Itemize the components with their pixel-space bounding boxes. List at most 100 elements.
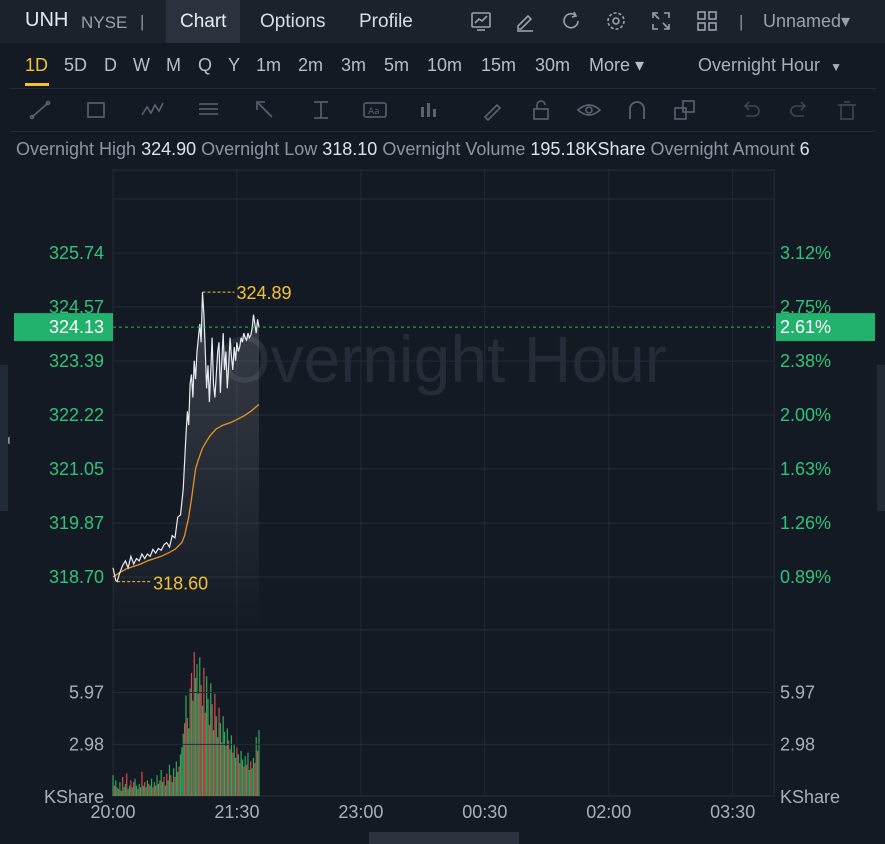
pct-tick-label: 2.00%	[780, 405, 831, 425]
right-collapse-handle[interactable]	[877, 365, 885, 511]
volume-bar	[120, 790, 122, 796]
volume-bar	[146, 780, 149, 796]
volume-tick-label-right: 5.97	[780, 683, 815, 703]
volume-bar	[215, 716, 217, 796]
volume-bar	[127, 789, 129, 796]
volume-bar	[126, 773, 128, 796]
volume-bar	[128, 785, 131, 796]
volume-bar	[119, 782, 121, 796]
volume-bar	[232, 752, 234, 796]
volume-bar	[145, 787, 147, 796]
volume-bar	[221, 742, 223, 796]
volume-tick-label-right: 2.98	[780, 734, 815, 754]
volume-bar	[255, 737, 257, 796]
volume-bar	[226, 728, 228, 796]
volume-bar	[160, 770, 162, 796]
volume-bar	[130, 780, 132, 796]
volume-bar	[212, 730, 215, 796]
volume-bar	[122, 776, 124, 796]
volume-bar	[137, 789, 139, 796]
volume-bar	[197, 693, 199, 796]
watermark-text: Overnight Hour	[219, 322, 667, 396]
volume-bar	[203, 667, 205, 796]
volume-bar	[233, 744, 235, 796]
volume-bar	[256, 750, 259, 796]
volume-bar	[164, 785, 166, 796]
price-tick-label: 319.87	[49, 513, 104, 533]
volume-bar	[188, 728, 190, 796]
x-tick-label: 02:00	[586, 802, 631, 822]
volume-bar	[228, 740, 230, 796]
volume-bar	[135, 785, 138, 796]
volume-bar	[113, 785, 115, 796]
volume-bar	[174, 776, 176, 796]
volume-bar	[225, 745, 227, 796]
volume-bar	[222, 716, 224, 796]
volume-bar	[252, 757, 255, 796]
volume-bar	[159, 780, 161, 796]
volume-bar	[229, 749, 231, 796]
volume-bar	[217, 737, 219, 796]
volume-bar	[166, 773, 168, 796]
volume-bar	[141, 771, 143, 796]
volume-unit-label: KShare	[44, 787, 104, 807]
pct-tick-label: 2.38%	[780, 351, 831, 371]
volume-bar	[170, 775, 172, 796]
volume-bar	[153, 782, 155, 796]
volume-bar	[239, 763, 241, 796]
volume-bar	[237, 754, 239, 796]
price-tick-label: 322.22	[49, 405, 104, 425]
price-chart[interactable]: 325.74 3.12%324.57 2.75%323.39 2.38%322.22 2…	[0, 0, 885, 844]
current-pct-value: 2.61%	[780, 317, 831, 337]
volume-bar	[218, 707, 220, 796]
volume-bar	[207, 698, 209, 796]
pct-tick-label: 0.89%	[780, 567, 831, 587]
volume-bar	[247, 752, 249, 796]
volume-bar	[161, 782, 164, 796]
left-collapse-handle[interactable]	[0, 365, 8, 511]
volume-bar	[241, 759, 244, 796]
volume-bar	[182, 733, 184, 796]
volume-bar	[155, 785, 157, 796]
price-tick-label: 318.70	[49, 567, 104, 587]
current-price-value: 324.13	[49, 317, 104, 337]
volume-bar	[219, 723, 222, 796]
x-tick-label: 23:00	[338, 802, 383, 822]
volume-bar	[138, 783, 140, 796]
volume-bar	[208, 724, 210, 796]
volume-bar	[117, 789, 120, 796]
volume-bar	[116, 787, 118, 796]
price-tick-label: 321.05	[49, 459, 104, 479]
volume-bar	[157, 783, 160, 796]
volume-bar	[172, 768, 175, 796]
x-tick-label: 03:30	[710, 802, 755, 822]
volume-bar	[181, 747, 183, 796]
price-tick-label: 323.39	[49, 351, 104, 371]
pct-tick-label: 1.26%	[780, 513, 831, 533]
volume-bar	[179, 754, 182, 796]
volume-bar	[258, 730, 260, 796]
volume-bar	[190, 672, 193, 796]
volume-bar	[185, 695, 187, 796]
volume-bar	[115, 780, 117, 796]
volume-unit-label-right: KShare	[780, 787, 840, 807]
bottom-collapse-handle[interactable]	[369, 832, 519, 844]
volume-bar	[167, 780, 169, 796]
volume-bar	[254, 763, 256, 796]
volume-bar	[124, 783, 126, 796]
volume-bar	[168, 764, 171, 796]
volume-bar	[184, 723, 186, 796]
volume-bar	[186, 718, 188, 796]
low-marker-label: 318.60	[153, 574, 208, 594]
volume-bar	[112, 775, 114, 796]
volume-bar	[178, 766, 180, 796]
volume-bar	[206, 676, 208, 796]
volume-bar	[142, 785, 144, 796]
volume-bar	[243, 766, 245, 796]
volume-bar	[210, 683, 212, 796]
volume-bar	[204, 712, 206, 796]
volume-bar	[139, 787, 142, 796]
volume-bar	[149, 785, 151, 796]
volume-bar	[189, 688, 191, 796]
volume-bar	[131, 787, 133, 796]
